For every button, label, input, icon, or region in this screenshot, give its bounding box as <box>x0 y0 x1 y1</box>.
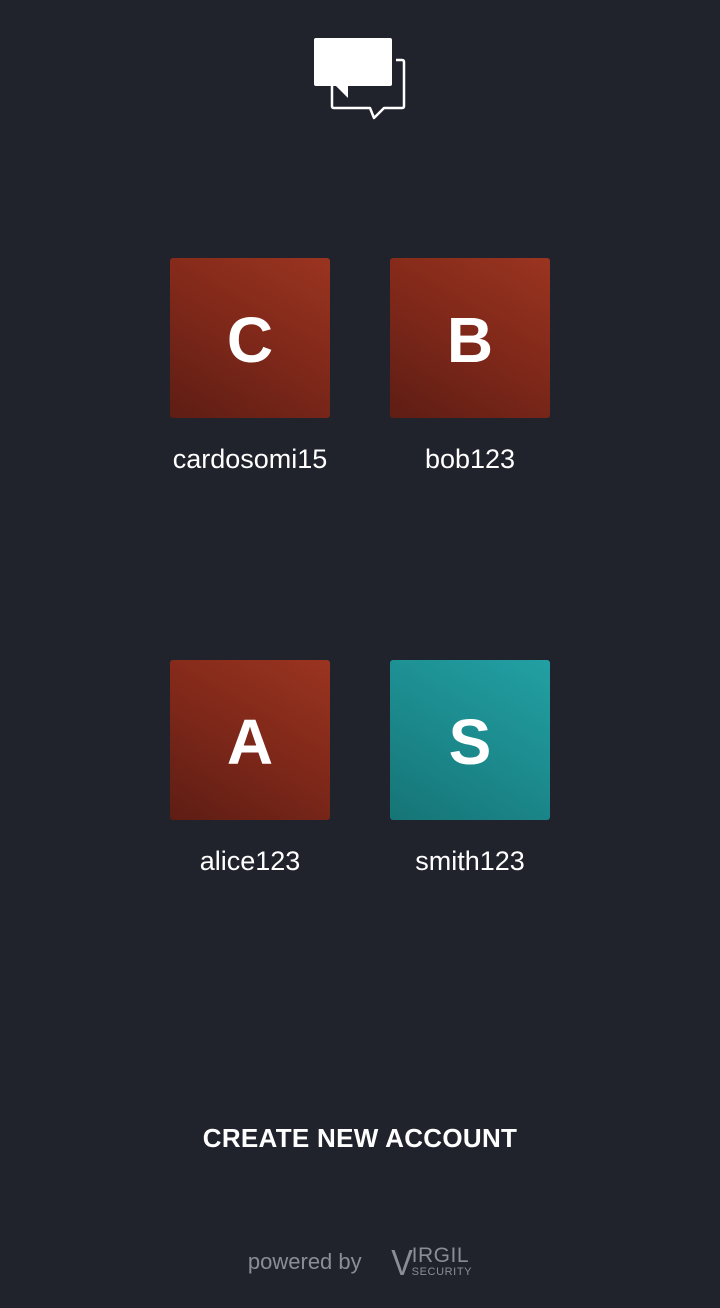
account-tile-smith123[interactable]: S smith123 <box>370 660 570 877</box>
account-tile-bob123[interactable]: B bob123 <box>370 258 570 475</box>
account-username: bob123 <box>424 444 516 474</box>
avatar: C <box>170 258 330 418</box>
powered-by-footer: powered by V IRGIL SECURITY <box>0 1240 720 1284</box>
avatar: B <box>390 258 550 418</box>
brand-logo-v: V <box>390 1242 413 1283</box>
account-username: alice123 <box>199 846 301 876</box>
brand-text: IRGIL SECURITY <box>412 1245 472 1278</box>
brand-subtitle: SECURITY <box>411 1266 473 1278</box>
virgil-security-logo[interactable]: V IRGIL SECURITY <box>390 1242 472 1283</box>
chat-bubbles-icon <box>314 38 406 120</box>
account-username: smith123 <box>415 846 525 876</box>
avatar: S <box>390 660 550 820</box>
account-username: cardosomi15 <box>172 444 328 474</box>
powered-by-text: powered by <box>247 1249 362 1274</box>
account-select-screen: C cardosomi15 B bob123 A alice123 S smit… <box>0 0 720 1308</box>
account-tile-alice123[interactable]: A alice123 <box>150 660 350 877</box>
account-tile-cardosomi15[interactable]: C cardosomi15 <box>150 258 350 475</box>
create-new-account-button[interactable]: CREATE NEW ACCOUNT <box>160 1116 560 1160</box>
brand-name: IRGIL <box>411 1244 470 1267</box>
avatar: A <box>170 660 330 820</box>
